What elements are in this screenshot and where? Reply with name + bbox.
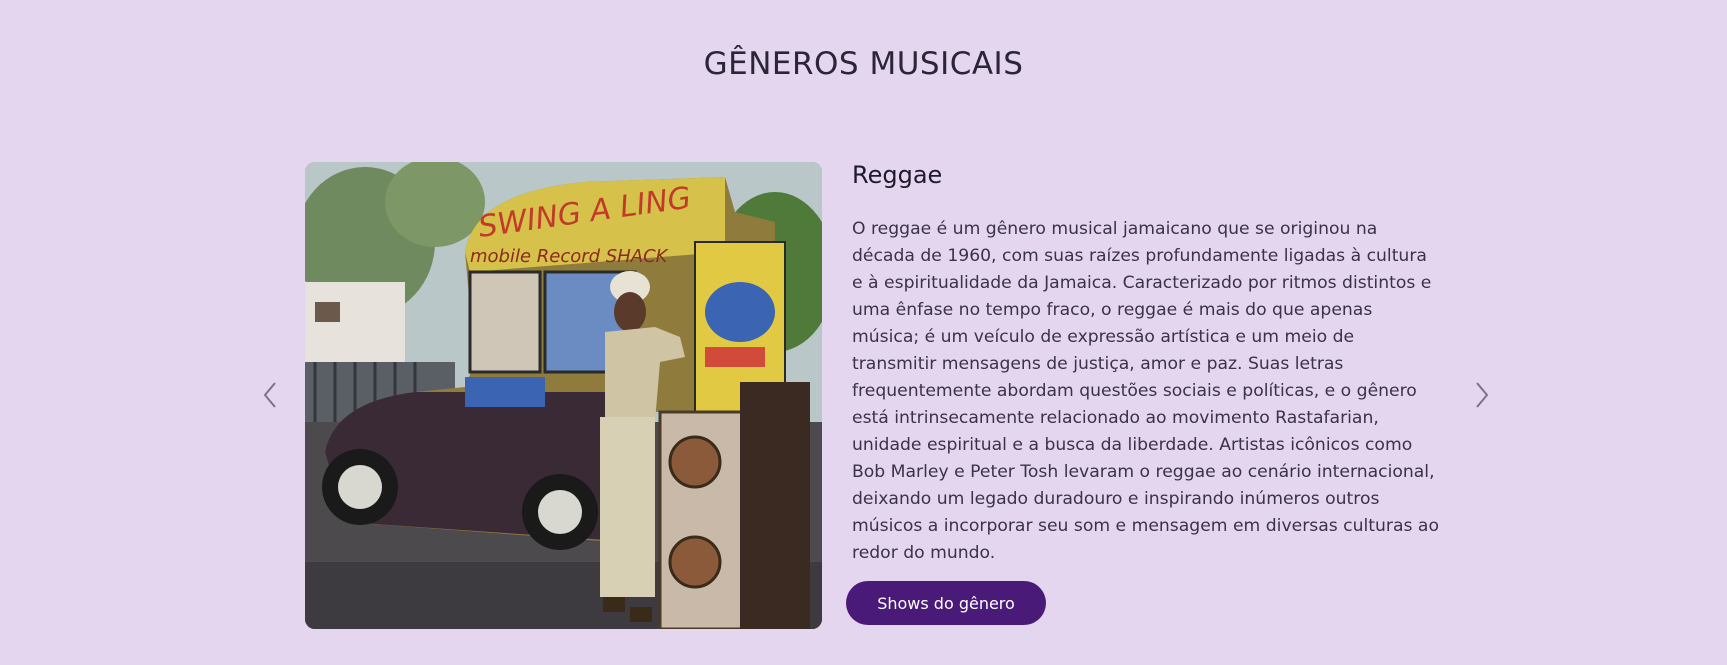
genres-section: GÊNEROS MUSICAIS SWING A LING mobile Rec…	[0, 0, 1727, 665]
chevron-right-icon	[1476, 382, 1489, 408]
genre-description: O reggae é um gênero musical jamaicano q…	[852, 219, 1439, 563]
section-title: GÊNEROS MUSICAIS	[703, 46, 1024, 82]
van-sign-2: mobile Record SHACK	[470, 246, 669, 267]
genre-title: Reggae	[852, 161, 943, 189]
carousel-prev-button[interactable]	[250, 375, 290, 415]
genre-image: SWING A LING mobile Record SHACK	[305, 162, 822, 629]
carousel-next-button[interactable]	[1462, 375, 1502, 415]
chevron-left-icon	[263, 382, 276, 408]
genre-shows-button[interactable]: Shows do gênero	[846, 581, 1046, 625]
